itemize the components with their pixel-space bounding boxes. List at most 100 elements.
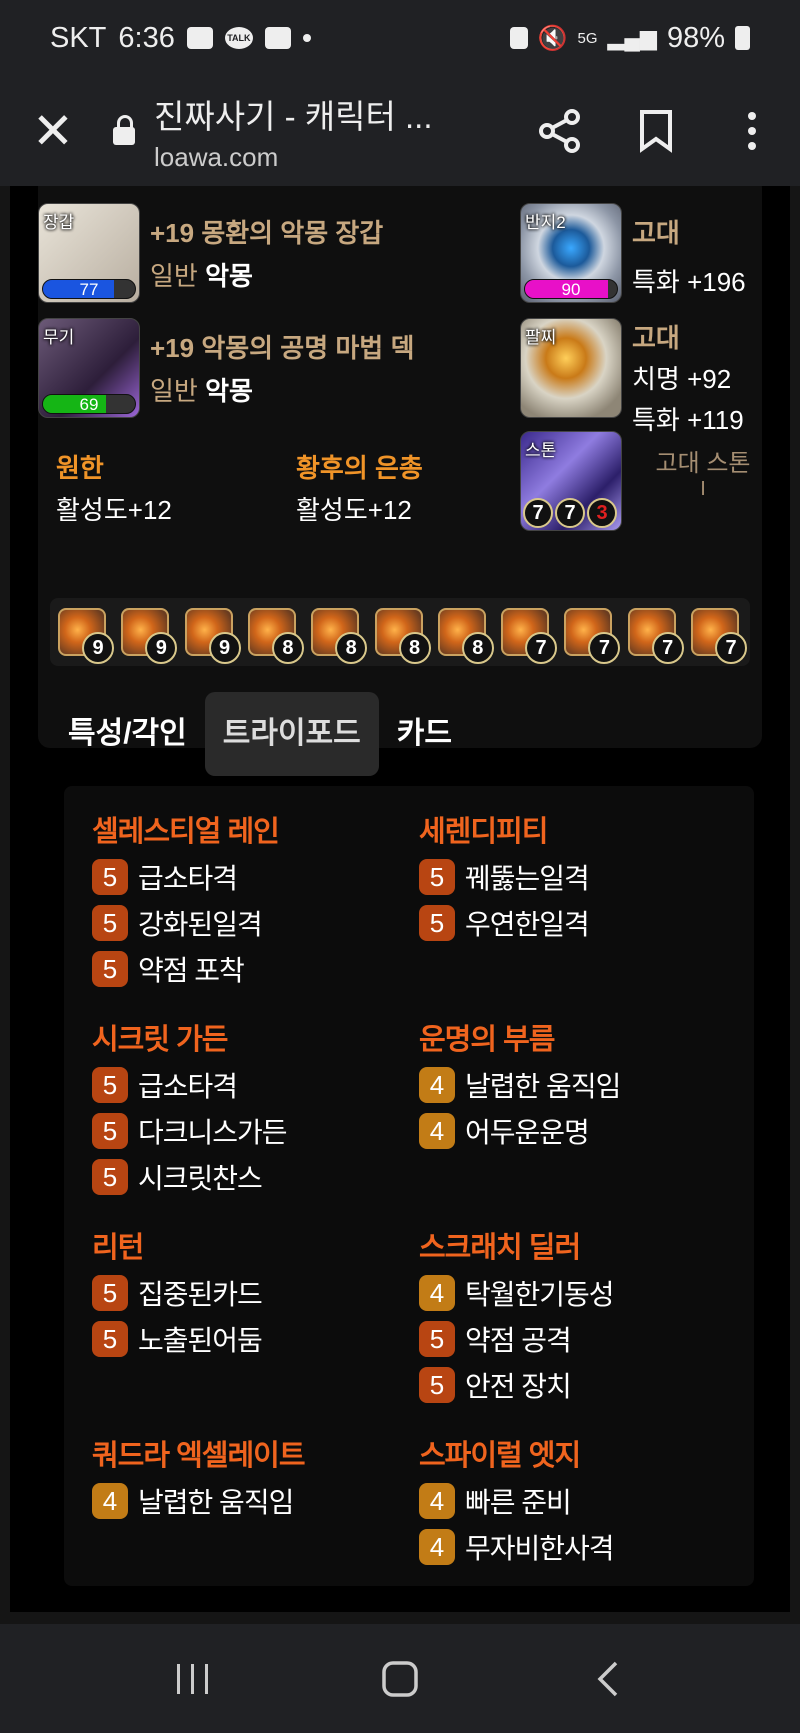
slot-tag: 팔찌 — [525, 328, 557, 347]
quality-bar: 77 — [42, 279, 136, 299]
skill-name: 운명의 부름 — [419, 1024, 555, 1056]
gem-icon[interactable]: 8 — [437, 608, 494, 664]
gem-icon[interactable]: 7 — [564, 608, 621, 664]
tripod-row: 5 다크니스가든 — [92, 1108, 288, 1154]
bookmark-button[interactable] — [608, 76, 704, 186]
tripod-name: 빠른 준비 — [465, 1487, 572, 1518]
gem-row: 99988887777 — [50, 598, 750, 666]
equipment-ring2[interactable]: 반지2 90 고대 특화 +196 — [520, 203, 746, 303]
page-content[interactable]: 장갑 77 +19 몽환의 악몽 장갑 일반 악몽 무기 69 +19 악몽의 … — [0, 186, 800, 1624]
gem-icon[interactable]: 9 — [121, 608, 178, 664]
tripod-level-badge: 5 — [92, 1159, 128, 1195]
tripod-level-badge: 4 — [92, 1483, 128, 1519]
tripod-level-badge: 5 — [92, 951, 128, 987]
tripod-level-badge: 5 — [92, 1275, 128, 1311]
item-tier: 고대 — [632, 323, 680, 353]
stone-label: 고대 스톤 — [655, 450, 751, 477]
skill-name: 셀레스티얼 레인 — [92, 816, 280, 848]
tripod-name: 날렵한 움직임 — [465, 1071, 621, 1102]
quality-bar: 90 — [524, 279, 618, 299]
page-url: loawa.com — [154, 141, 279, 172]
gem-icon[interactable]: 8 — [374, 608, 431, 664]
equipment-ability-stone[interactable]: 스톤 7 7 3 고대 스톤 I — [520, 431, 758, 531]
gem-icon[interactable]: 7 — [501, 608, 558, 664]
home-button[interactable] — [360, 1649, 440, 1709]
equipment-weapon[interactable]: 무기 69 +19 악몽의 공명 마법 덱 일반 악몽 — [38, 318, 414, 418]
tab-engravings[interactable]: 특성/각인 — [50, 692, 205, 776]
tripod-row: 5 우연한일격 — [419, 900, 590, 946]
tripod-level-badge: 4 — [419, 1067, 455, 1103]
weapon-icon: 무기 69 — [38, 318, 140, 418]
gem-level: 8 — [271, 632, 304, 664]
item-stat: 치명 +92 — [632, 364, 732, 394]
tripod-panel: 셀레스티얼 레인 5 급소타격 5 강화된일격 5 약점 포착 세렌디피티 5 꿰뚫는일격 5 우연한… — [64, 786, 754, 1586]
skill-block: 운명의 부름 4 날렵한 움직임 4 어두운운명 — [419, 1016, 621, 1154]
quality-value: 77 — [79, 280, 99, 299]
battery-saver-icon — [509, 27, 528, 49]
quality-value: 69 — [79, 395, 99, 414]
tripod-row: 5 안전 장치 — [419, 1362, 614, 1408]
recents-icon — [177, 1663, 209, 1694]
engraving-value: 활성도+12 — [56, 495, 172, 525]
skill-block: 셀레스티얼 레인 5 급소타격 5 강화된일격 5 약점 포착 — [92, 808, 280, 992]
back-icon — [597, 1661, 617, 1696]
item-stat: 특화 +196 — [632, 267, 746, 297]
tripod-row: 4 탁월한기동성 — [419, 1270, 615, 1316]
tripod-name: 강화된일격 — [138, 909, 263, 940]
tripod-row: 5 강화된일격 — [92, 900, 279, 946]
tripod-name: 약점 포착 — [138, 955, 245, 986]
item-name: +19 악몽의 공명 마법 덱 — [150, 333, 415, 363]
tripod-row: 4 날렵한 움직임 — [419, 1062, 621, 1108]
tripod-name: 다크니스가든 — [138, 1117, 288, 1148]
tab-cards[interactable]: 카드 — [379, 692, 470, 776]
gem-icon[interactable]: 8 — [311, 608, 368, 664]
page-title: 진짜사기 - 캐릭터 ... — [154, 97, 433, 135]
gem-icon[interactable]: 8 — [247, 608, 304, 664]
stone-levels: 7 7 3 — [523, 498, 617, 528]
share-button[interactable] — [512, 76, 608, 186]
home-icon — [382, 1660, 418, 1697]
tab-tripod[interactable]: 트라이포드 — [204, 692, 379, 776]
tripod-level-badge: 5 — [419, 1367, 455, 1403]
gem-level: 7 — [651, 632, 684, 664]
tripod-name: 어두운운명 — [465, 1117, 590, 1148]
close-tab-button[interactable]: ✕ — [0, 76, 106, 186]
tripod-row: 5 급소타격 — [92, 854, 279, 900]
item-grade: 일반 악몽 — [150, 376, 253, 406]
address-area[interactable]: 진짜사기 - 캐릭터 ... loawa.com — [154, 90, 484, 173]
skill-name: 스크래치 딜러 — [419, 1232, 581, 1264]
equipment-gloves[interactable]: 장갑 77 +19 몽환의 악몽 장갑 일반 악몽 — [38, 203, 383, 303]
recent-apps-button[interactable] — [153, 1649, 233, 1709]
lock-icon[interactable] — [106, 115, 142, 145]
equipment-bracelet[interactable]: 팔찌 고대 치명 +92 특화 +119 — [520, 318, 744, 437]
tripod-name: 시크릿찬스 — [138, 1163, 263, 1194]
tripod-level-badge: 4 — [419, 1275, 455, 1311]
item-tier: 고대 — [632, 218, 680, 248]
skill-block: 세렌디피티 5 꿰뚫는일격 5 우연한일격 — [419, 808, 590, 946]
tripod-row: 4 날렵한 움직임 — [92, 1478, 305, 1524]
stone-level: 7 — [523, 498, 553, 528]
tripod-row: 4 어두운운명 — [419, 1108, 620, 1154]
more-notifications-icon — [302, 34, 311, 42]
gem-icon[interactable]: 7 — [691, 608, 747, 664]
tripod-name: 노출된어둠 — [138, 1325, 263, 1356]
skill-block: 시크릿 가든 5 급소타격 5 다크니스가든 5 시크릿찬스 — [92, 1016, 288, 1200]
bracelet-icon: 팔찌 — [520, 318, 622, 418]
youtube-notification-icon — [264, 27, 291, 49]
gem-level: 8 — [335, 632, 368, 664]
gem-icon[interactable]: 7 — [627, 608, 684, 664]
skill-block: 스파이럴 엣지 4 빠른 준비 4 무자비한사격 — [419, 1432, 615, 1570]
tripod-level-badge: 5 — [92, 1321, 128, 1357]
tripod-row: 5 꿰뚫는일격 — [419, 854, 590, 900]
gem-icon[interactable]: 9 — [58, 608, 114, 664]
tripod-name: 약점 공격 — [465, 1325, 572, 1356]
tripod-row: 5 급소타격 — [92, 1062, 287, 1108]
battery-percent: 98% — [666, 21, 725, 54]
tripod-level-badge: 4 — [419, 1529, 455, 1565]
tripod-name: 급소타격 — [138, 1071, 238, 1102]
talk-notification-icon: TALK — [224, 27, 253, 49]
more-menu-button[interactable] — [704, 76, 800, 186]
skill-name: 쿼드라 엑셀레이트 — [92, 1440, 305, 1472]
gem-icon[interactable]: 9 — [184, 608, 241, 664]
back-button[interactable] — [567, 1649, 647, 1709]
